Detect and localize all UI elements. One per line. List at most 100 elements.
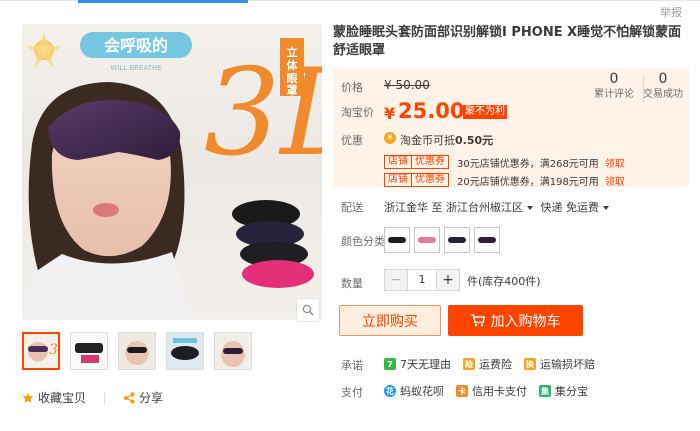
swatch-mask-icon — [448, 237, 466, 243]
svg-text:立: 立 — [287, 45, 298, 59]
stat-reviews[interactable]: 0 累计评论 — [586, 70, 642, 102]
payment-label: 支付 — [341, 386, 363, 399]
top-accent-bar — [78, 0, 248, 3]
thumbnail-image — [119, 333, 155, 369]
ship-destination[interactable]: 浙江台州椒江区 — [446, 201, 523, 214]
stock-info: 件(库存400件) — [467, 275, 541, 288]
thumbnail-image — [167, 333, 203, 369]
chevron-down-icon[interactable] — [603, 206, 609, 210]
currency-symbol: ¥ — [384, 104, 396, 123]
pay-credit-card[interactable]: 卡 信用卡支付 — [456, 383, 527, 399]
price-tag: 聚不为利 — [463, 105, 507, 119]
ship-from: 浙江金华 — [384, 201, 428, 214]
thumbnail-2[interactable] — [70, 332, 108, 370]
shipping-value: 浙江金华 至 浙江台州椒江区 快递 免运费 — [384, 199, 613, 215]
item-actions: 收藏宝贝 分享 — [22, 389, 163, 406]
coin-icon: ¥ — [384, 132, 396, 144]
promise-label: 承诺 — [341, 359, 363, 372]
swatch-mask-icon — [388, 237, 406, 243]
current-price: 25.00 — [398, 99, 465, 123]
add-to-cart-label: 加入购物车 — [490, 313, 561, 330]
coupon-tag: 店铺 优惠券 — [384, 155, 449, 169]
insurance-icon: 险 — [463, 358, 475, 370]
flower-decoration — [26, 32, 62, 68]
share-label: 分享 — [139, 391, 164, 405]
product-page: 举报 会呼吸的 WILL·BREATHE 3 立 体 眼 罩 3 收藏宝贝 分享… — [0, 0, 700, 431]
payment-text: 信用卡支付 — [472, 385, 527, 398]
taobao-price-label: 淘宝价 — [341, 106, 374, 119]
color-swatch-4[interactable] — [474, 227, 500, 253]
main-product-image[interactable]: 会呼吸的 WILL·BREATHE 3D 立 体 眼 罩 — [22, 24, 322, 320]
claim-coupon-link[interactable]: 领取 — [605, 173, 625, 188]
compensation-icon: 换 — [524, 358, 536, 370]
zoom-button[interactable] — [296, 298, 320, 322]
svg-text:罩: 罩 — [287, 84, 298, 97]
increase-button[interactable]: + — [437, 270, 459, 290]
coupon-row-1: 店铺 优惠券 30元店铺优惠券，满268元可用 领取 — [384, 155, 625, 170]
swatch-mask-icon — [478, 237, 496, 243]
price-label: 价格 — [341, 81, 363, 94]
color-swatch-1[interactable] — [384, 227, 410, 253]
ship-to-word: 至 — [431, 201, 443, 214]
buy-now-button[interactable]: 立即购买 — [339, 305, 441, 336]
payment-text: 蚂蚁花呗 — [400, 385, 444, 398]
promise-shipping-insurance[interactable]: 险 运费险 — [463, 356, 512, 372]
quantity-stepper: − 1 + — [384, 269, 460, 291]
favorite-button[interactable]: 收藏宝贝 — [22, 389, 86, 406]
payment-text: 集分宝 — [555, 385, 588, 398]
coupon-text: 20元店铺优惠券，满198元可用 — [457, 176, 599, 188]
jifenbao-icon: 集 — [539, 385, 551, 397]
share-icon — [124, 392, 135, 403]
star-icon — [22, 392, 34, 403]
promise-7day[interactable]: 7 7天无理由 — [384, 356, 451, 372]
thumbnail-1[interactable]: 3 — [22, 332, 60, 370]
color-options — [384, 227, 500, 253]
report-link[interactable]: 举报 — [660, 4, 682, 20]
promise-list: 7 7天无理由 险 运费险 换 运输损坏赔 — [384, 356, 595, 372]
shipping-label: 配送 — [341, 201, 363, 214]
thumbnail-strip: 3 — [22, 332, 252, 370]
svg-text:会呼吸的: 会呼吸的 — [104, 36, 168, 55]
thumbnail-image — [71, 333, 107, 369]
share-button[interactable]: 分享 — [123, 389, 163, 406]
decrease-button[interactable]: − — [385, 270, 407, 290]
promise-damage-compensation[interactable]: 换 运输损坏赔 — [524, 356, 595, 372]
color-swatch-3[interactable] — [444, 227, 470, 253]
stat-transactions[interactable]: 0 交易成功 — [635, 70, 691, 102]
svg-text:WILL·BREATHE: WILL·BREATHE — [110, 64, 161, 72]
svg-text:3: 3 — [49, 342, 58, 358]
favorite-label: 收藏宝贝 — [38, 391, 87, 405]
ship-method[interactable]: 快递 免运费 — [541, 201, 600, 214]
coupon-row-2: 店铺 优惠券 20元店铺优惠券，满198元可用 领取 — [384, 173, 625, 188]
credit-card-icon: 卡 — [456, 385, 468, 397]
seven-day-icon: 7 — [384, 358, 396, 370]
chevron-down-icon[interactable] — [527, 206, 533, 210]
payment-list: 花 蚂蚁花呗 卡 信用卡支付 集 集分宝 — [384, 383, 588, 399]
color-swatch-2[interactable] — [414, 227, 440, 253]
pay-huabei[interactable]: 花 蚂蚁花呗 — [384, 383, 444, 399]
add-to-cart-button[interactable]: 加入购物车 — [448, 305, 583, 336]
thumbnail-4[interactable] — [166, 332, 204, 370]
coupon-text: 30元店铺优惠券，满268元可用 — [457, 158, 599, 170]
thumbnail-5[interactable] — [214, 332, 252, 370]
zoom-icon — [302, 304, 314, 316]
coin-offer: 淘金币可抵0.50元 — [400, 134, 494, 147]
svg-text:3D: 3D — [204, 44, 322, 183]
product-title: 蒙脸睡眠头套防面部识别解锁I PHONE X睡觉不怕解锁蒙面舒适眼罩 — [333, 25, 682, 58]
quantity-label: 数量 — [341, 277, 363, 290]
divider — [104, 391, 106, 404]
promise-text: 7天无理由 — [400, 358, 451, 371]
cart-icon — [471, 314, 485, 327]
promo-label: 优惠 — [341, 134, 363, 147]
thumbnail-image: 3 — [24, 334, 58, 368]
promise-text: 运输损坏赔 — [540, 358, 595, 371]
claim-coupon-link[interactable]: 领取 — [605, 155, 625, 170]
promise-text: 运费险 — [479, 358, 512, 371]
thumbnail-3[interactable] — [118, 332, 156, 370]
pay-jifenbao[interactable]: 集 集分宝 — [539, 383, 588, 399]
color-label: 颜色分类 — [341, 235, 385, 248]
quantity-input[interactable]: 1 — [407, 270, 437, 290]
swatch-mask-icon — [418, 237, 436, 243]
original-price: ¥ 50.00 — [384, 78, 430, 92]
huabei-icon: 花 — [384, 385, 396, 397]
